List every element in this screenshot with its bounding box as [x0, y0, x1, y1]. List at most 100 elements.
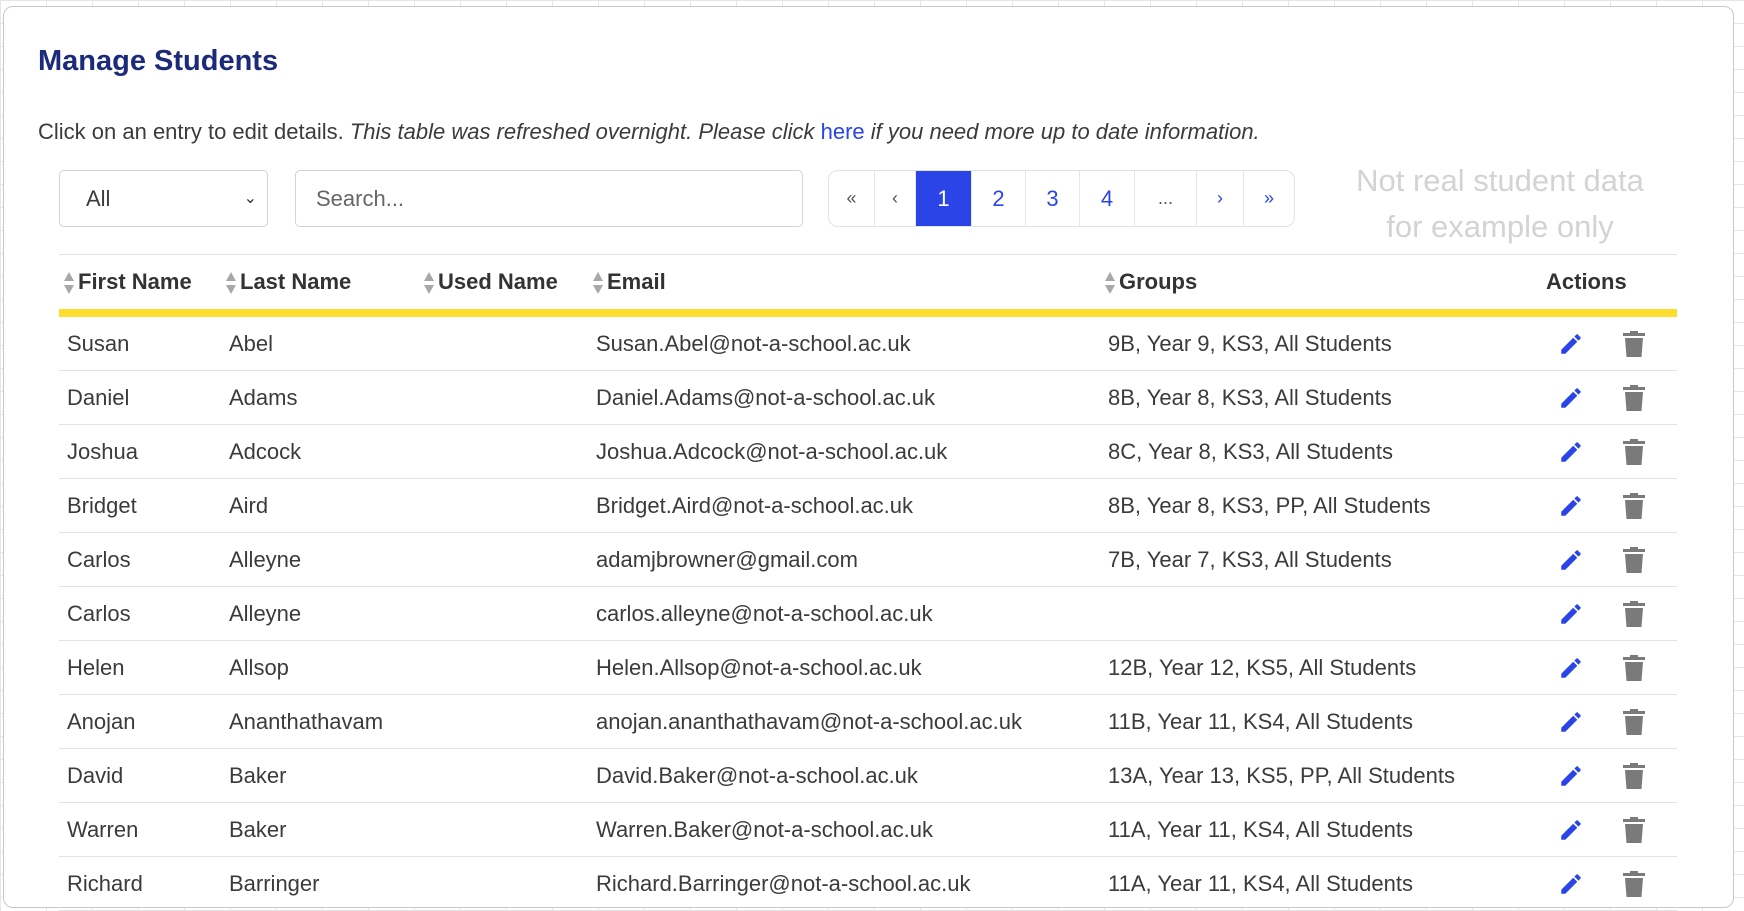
last-page-button[interactable]: » — [1243, 171, 1294, 226]
email-cell: carlos.alleyne@not-a-school.ac.uk — [588, 586, 1100, 641]
email-cell: Joshua.Adcock@not-a-school.ac.uk — [588, 424, 1100, 479]
trash-icon — [1623, 708, 1645, 735]
pagination: « ‹ 1 2 3 4 ... › » — [828, 170, 1295, 227]
groups-cell: 12B, Year 12, KS5, All Students — [1100, 640, 1538, 695]
table-row[interactable]: Carlos Alleyne adamjbrowner@gmail.com 7B, Y… — [59, 532, 1677, 587]
table-row[interactable]: David Baker David.Baker@not-a-school.ac.uk… — [59, 748, 1677, 803]
page-3-button[interactable]: 3 — [1025, 171, 1079, 226]
page-1-button[interactable]: 1 — [915, 171, 971, 226]
delete-button[interactable] — [1620, 532, 1677, 587]
table-row[interactable]: Bridget Aird Bridget.Aird@not-a-school.ac.… — [59, 478, 1677, 533]
edit-button[interactable] — [1538, 478, 1620, 533]
pencil-icon — [1561, 334, 1581, 354]
used-name-cell — [419, 748, 588, 803]
trash-icon — [1623, 546, 1645, 573]
sort-email[interactable]: Email — [588, 254, 1100, 317]
delete-button[interactable] — [1620, 313, 1677, 371]
last-name-cell: Adams — [221, 370, 419, 425]
delete-button[interactable] — [1620, 478, 1677, 533]
group-filter-value: All — [86, 186, 111, 211]
sort-icon — [1105, 272, 1115, 295]
sort-used-name[interactable]: Used Name — [419, 254, 588, 317]
edit-button[interactable] — [1538, 532, 1620, 587]
edit-button[interactable] — [1538, 748, 1620, 803]
edit-button[interactable] — [1538, 424, 1620, 479]
first-name-cell: Carlos — [59, 532, 221, 587]
table-row[interactable]: Daniel Adams Daniel.Adams@not-a-school.ac.… — [59, 370, 1677, 425]
last-name-cell: Alleyne — [221, 532, 419, 587]
ellipsis: ... — [1134, 171, 1196, 226]
delete-button[interactable] — [1620, 856, 1677, 911]
edit-button[interactable] — [1538, 370, 1620, 425]
last-name-cell: Adcock — [221, 424, 419, 479]
edit-button[interactable] — [1538, 694, 1620, 749]
delete-button[interactable] — [1620, 640, 1677, 695]
groups-cell: 8C, Year 8, KS3, All Students — [1100, 424, 1538, 479]
first-name-cell: Warren — [59, 802, 221, 857]
sort-icon — [226, 272, 236, 295]
group-filter-select[interactable]: All ⌄ — [59, 170, 268, 227]
table-row[interactable]: Anojan Ananthathavam anojan.ananthathavam@… — [59, 694, 1677, 749]
email-cell: David.Baker@not-a-school.ac.uk — [588, 748, 1100, 803]
used-name-cell — [419, 640, 588, 695]
next-page-button[interactable]: › — [1196, 171, 1243, 226]
groups-cell: 7B, Year 7, KS3, All Students — [1100, 532, 1538, 587]
delete-button[interactable] — [1620, 802, 1677, 857]
first-name-cell: Anojan — [59, 694, 221, 749]
refresh-link[interactable]: here — [821, 119, 865, 144]
delete-button[interactable] — [1620, 586, 1677, 641]
trash-icon — [1623, 870, 1645, 897]
table-row[interactable]: Joshua Adcock Joshua.Adcock@not-a-school.a… — [59, 424, 1677, 479]
email-cell: Helen.Allsop@not-a-school.ac.uk — [588, 640, 1100, 695]
pencil-icon — [1561, 604, 1581, 624]
first-name-cell: David — [59, 748, 221, 803]
watermark-line-1: Not real student data — [1356, 163, 1644, 198]
prev-page-button[interactable]: ‹ — [874, 171, 915, 226]
first-page-button[interactable]: « — [829, 171, 874, 226]
groups-cell: 11A, Year 11, KS4, All Students — [1100, 856, 1538, 911]
last-name-cell: Barringer — [221, 856, 419, 911]
table-row[interactable]: Warren Baker Warren.Baker@not-a-school.ac.… — [59, 802, 1677, 857]
sort-first-name[interactable]: First Name — [59, 254, 221, 317]
delete-button[interactable] — [1620, 424, 1677, 479]
email-cell: Susan.Abel@not-a-school.ac.uk — [588, 313, 1100, 371]
search-input[interactable] — [295, 170, 803, 227]
groups-cell: 8B, Year 8, KS3, All Students — [1100, 370, 1538, 425]
description-italic: This table was refreshed overnight. Plea… — [349, 119, 821, 144]
sort-icon — [424, 272, 434, 295]
pencil-icon — [1561, 874, 1581, 894]
trash-icon — [1623, 492, 1645, 519]
sort-groups[interactable]: Groups — [1100, 254, 1538, 317]
trash-icon — [1623, 384, 1645, 411]
pencil-icon — [1561, 712, 1581, 732]
edit-button[interactable] — [1538, 856, 1620, 911]
edit-button[interactable] — [1538, 802, 1620, 857]
edit-button[interactable] — [1538, 640, 1620, 695]
page-4-button[interactable]: 4 — [1079, 171, 1134, 226]
table-row[interactable]: Richard Barringer Richard.Barringer@not-a-… — [59, 856, 1677, 911]
description-text: Click on an entry to edit details. — [38, 119, 350, 144]
groups-cell — [1100, 586, 1538, 641]
edit-button[interactable] — [1538, 586, 1620, 641]
groups-cell: 13A, Year 13, KS5, PP, All Students — [1100, 748, 1538, 803]
watermark: Not real student data for example only — [1320, 158, 1680, 250]
sort-last-name[interactable]: Last Name — [221, 254, 419, 317]
delete-button[interactable] — [1620, 370, 1677, 425]
last-name-cell: Allsop — [221, 640, 419, 695]
edit-button[interactable] — [1538, 313, 1620, 371]
pencil-icon — [1561, 442, 1581, 462]
trash-icon — [1623, 654, 1645, 681]
actions-header: Actions — [1538, 254, 1677, 317]
pencil-icon — [1561, 550, 1581, 570]
table-row[interactable]: Helen Allsop Helen.Allsop@not-a-school.ac.… — [59, 640, 1677, 695]
table-row[interactable]: Susan Abel Susan.Abel@not-a-school.ac.uk 9B… — [59, 313, 1677, 371]
last-name-cell: Alleyne — [221, 586, 419, 641]
used-name-cell — [419, 532, 588, 587]
groups-cell: 8B, Year 8, KS3, PP, All Students — [1100, 478, 1538, 533]
delete-button[interactable] — [1620, 748, 1677, 803]
delete-button[interactable] — [1620, 694, 1677, 749]
table-row[interactable]: Carlos Alleyne carlos.alleyne@not-a-school… — [59, 586, 1677, 641]
page-title: Manage Students — [38, 45, 279, 77]
pencil-icon — [1561, 388, 1581, 408]
page-2-button[interactable]: 2 — [971, 171, 1025, 226]
